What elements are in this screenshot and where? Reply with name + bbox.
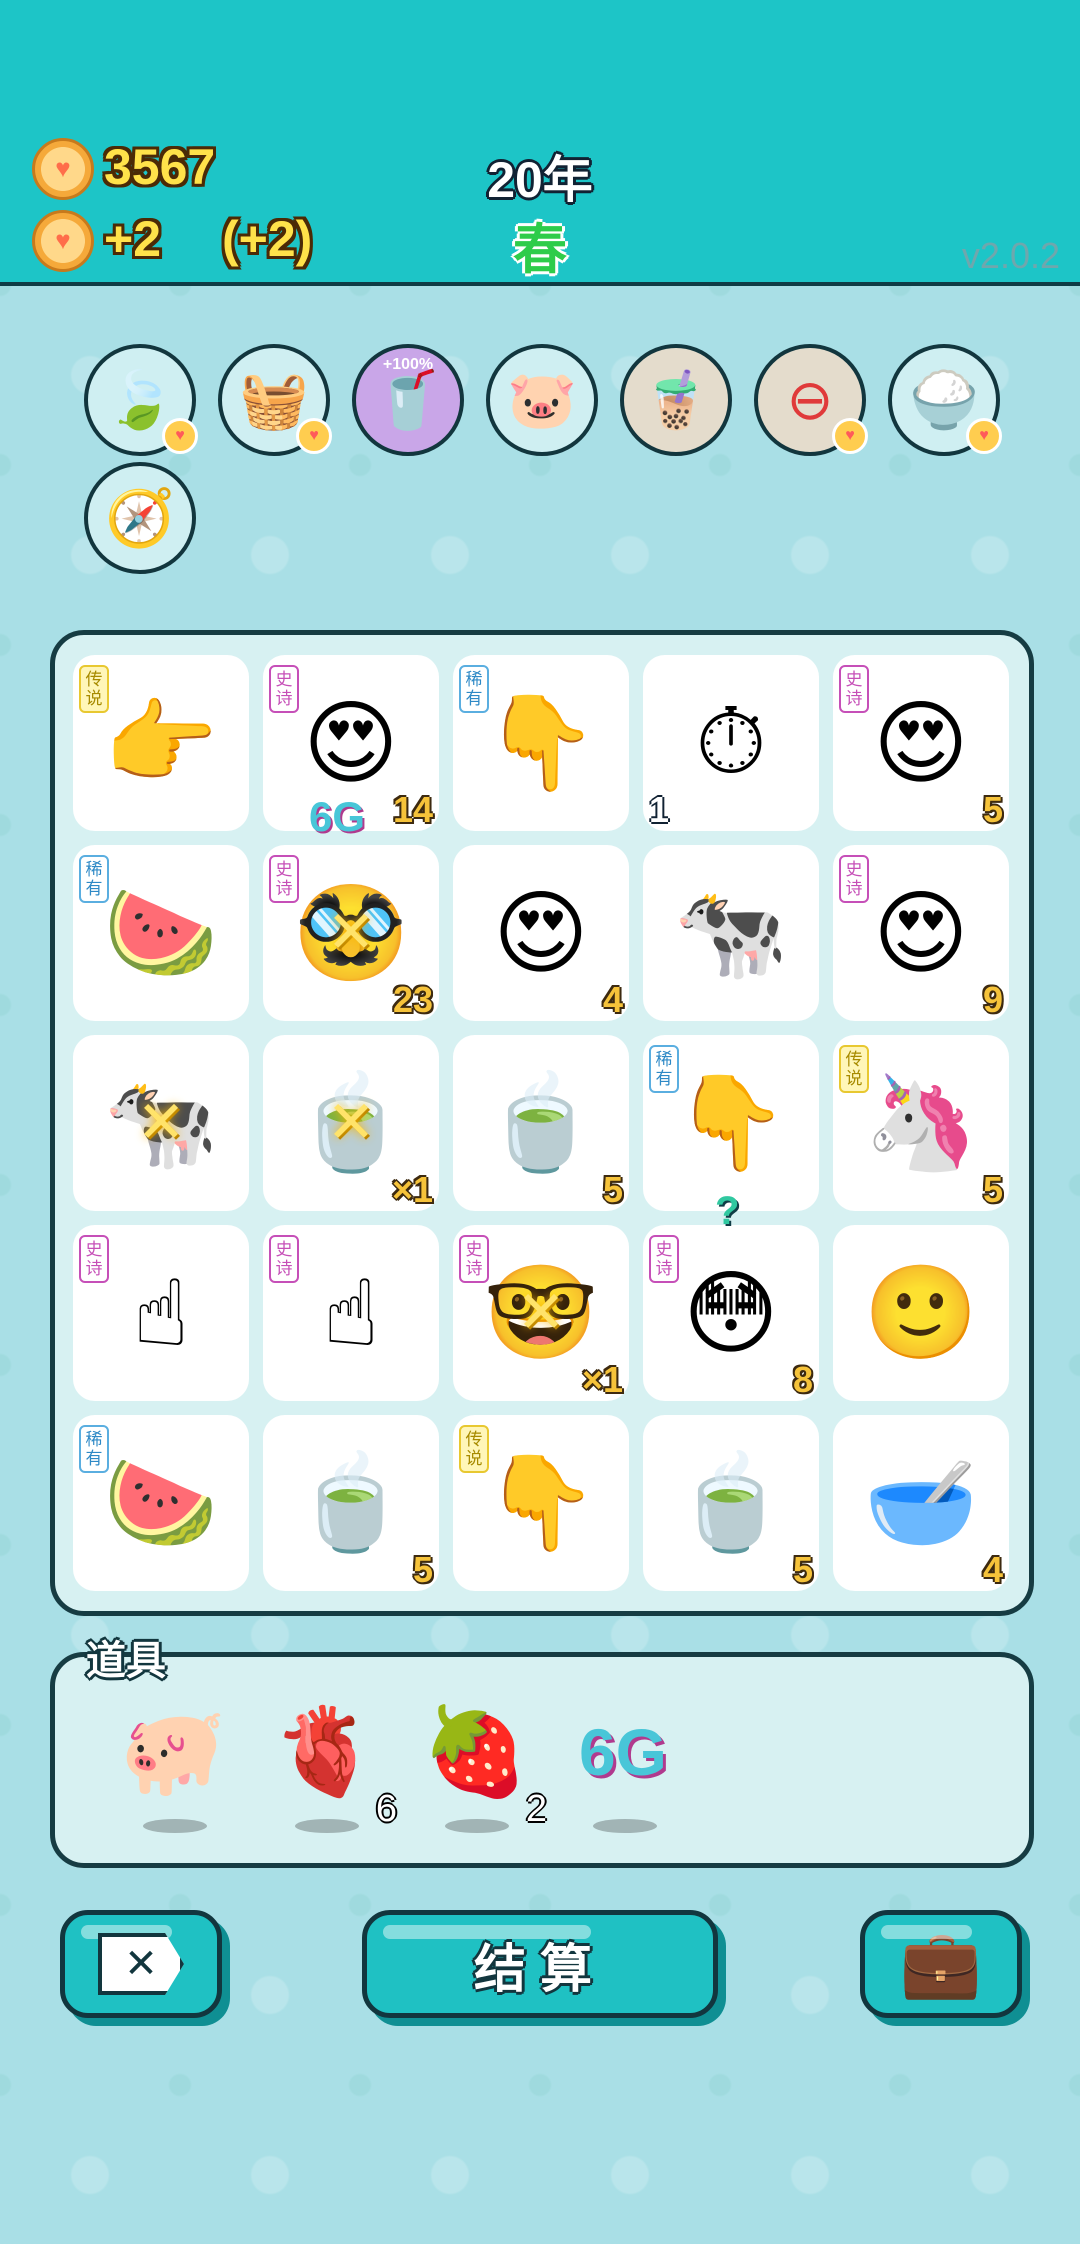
cross-mark-icon: ✕ (326, 1090, 376, 1155)
rice-bowl-icon[interactable]: 🍚 ♥ (888, 344, 1002, 456)
rarity-tag: 史诗 (839, 665, 869, 713)
board-cell-red-face-glasses[interactable]: 😳 史诗 8? (643, 1189, 819, 1401)
board-cell-bald-man-heart-eyes[interactable]: 😍 史诗 5 (833, 655, 1009, 831)
cross-mark-icon: ✕ (326, 900, 376, 965)
board-cell-pointing-hand-down-brown[interactable]: 👇 稀有 (643, 1035, 819, 1211)
rarity-tag: 史诗 (79, 1235, 109, 1283)
board-cell-cow-carton-crossed[interactable]: 🐄 ✕ (73, 1035, 249, 1211)
rarity-tag: 史诗 (649, 1235, 679, 1283)
cell-value: 1 (649, 789, 670, 830)
piggy-bank-icon: 🐖 (119, 1704, 227, 1800)
rarity-tag: 史诗 (459, 1235, 489, 1283)
board-cell-watermelon[interactable]: 🍉 稀有 (73, 845, 249, 1021)
cell-value: 14 (392, 789, 433, 830)
leaf-icon[interactable]: 🍃 ♥ (84, 344, 198, 456)
exit-button[interactable]: ✕ (60, 1910, 222, 2018)
6g-icon: 6G (578, 1715, 668, 1789)
board-cell-pointing-hand-brown[interactable]: 👇 稀有 (453, 655, 629, 831)
cell-value: 5 (982, 789, 1003, 830)
stopwatch-card-icon: ⏱ (695, 690, 767, 793)
version-label: v2.0.2 (961, 235, 1060, 276)
bubble-tea-icon[interactable]: 🧋 (620, 344, 732, 456)
season-label: 春 (513, 220, 567, 280)
cell-value: 23 (392, 979, 433, 1020)
liver-count: 6 (375, 1788, 397, 1830)
cross-mark-icon: ✕ (136, 1090, 186, 1155)
cow-milk-carton-icon: 🐄 (673, 881, 789, 984)
strawberry-icon: 🍓 (421, 1704, 529, 1800)
rarity-tag: 传说 (79, 665, 109, 713)
rarity-tag: 史诗 (269, 665, 299, 713)
fruit-basket-icon[interactable]: 🧺 ♥ (218, 344, 332, 456)
liver-item[interactable]: 🫀 6 (265, 1697, 397, 1833)
rarity-tag: 史诗 (269, 855, 299, 903)
board-cell-man-heart-eyes[interactable]: 😍 4 (453, 845, 629, 1021)
top-status-bar: ♥ 3567 ♥ +2 (+2) 20年 春 v2.0.2 (0, 0, 1080, 286)
rarity-tag: 稀有 (649, 1045, 679, 1093)
board-cell-pointing-hand-legend[interactable]: 👉 传说 (73, 655, 249, 831)
board-cell-green-hair-man[interactable]: 🥸 史诗 23 ✕ (263, 845, 439, 1021)
minus-circle-icon[interactable]: ⊖ ♥ (754, 344, 868, 456)
board-cell-tea-bag-crossed[interactable]: 🍵 ×1 ✕ (263, 1035, 439, 1211)
board-cell-stopwatch-card[interactable]: ⏱ 1 (643, 655, 819, 831)
board-cell-grey-hand-1[interactable]: ☝ 史诗 (73, 1225, 249, 1401)
cell-value: 5 (792, 1549, 813, 1590)
rarity-tag: 稀有 (79, 1425, 109, 1473)
milk-tea-boost-icon[interactable]: +100% 🥤 (352, 344, 464, 456)
cell-value: ×1 (581, 1359, 623, 1400)
exit-icon: ✕ (98, 1933, 184, 1995)
board-cell-cow-milk-carton[interactable]: 🐄 (643, 845, 819, 1021)
liver-icon: 🫀 (271, 1704, 379, 1800)
overlay-6g-label: 6G (309, 793, 366, 840)
items-title: 道具 (86, 1639, 166, 1683)
rarity-tag: 史诗 (839, 855, 869, 903)
cell-value: 8 (792, 1359, 813, 1400)
piggy-bank-icon[interactable]: 🐷 (486, 344, 598, 456)
piggy-bank-item[interactable]: 🐖 (113, 1697, 233, 1833)
cell-value: 4 (982, 1549, 1003, 1590)
board-cell-green-hair-glasses-man[interactable]: 🤓 史诗 ×1 ✕ (453, 1225, 629, 1401)
strawberry-item[interactable]: 🍓 2 (415, 1697, 547, 1833)
board-cell-empty-bowl[interactable]: 🥣 4 (833, 1415, 1009, 1591)
question-mark: ? (715, 1189, 740, 1233)
settle-button[interactable]: 结算 (362, 1910, 718, 2018)
board-cell-tea-bowl-2[interactable]: 🍵 5 (263, 1415, 439, 1591)
cell-value: 5 (602, 1169, 623, 1210)
items-panel: 🐖 🫀 6 🍓 2 6G (50, 1652, 1034, 1868)
rarity-tag: 传说 (839, 1045, 869, 1093)
6g-item[interactable]: 6G (563, 1697, 683, 1833)
strawberry-count: 2 (525, 1788, 547, 1830)
board-cell-grey-hand-2[interactable]: ☝ 史诗 (263, 1225, 439, 1401)
board-cell-watermelon-2[interactable]: 🍉 稀有 (73, 1415, 249, 1591)
year-label: 20年 (487, 152, 593, 208)
cell-value: 5 (982, 1169, 1003, 1210)
cell-value: 9 (982, 979, 1003, 1020)
cell-value: ×1 (391, 1169, 433, 1210)
bag-button[interactable]: 💼 (860, 1910, 1022, 2018)
board-cell-tea-bowl[interactable]: 🍵 5 (453, 1035, 629, 1211)
cell-value: 4 (602, 979, 623, 1020)
board-cell-plain-man-face[interactable]: 🙂 (833, 1225, 1009, 1401)
rarity-tag: 史诗 (269, 1235, 299, 1283)
compass-icon[interactable]: 🧭 (84, 462, 196, 574)
board-cell-pointing-hand-yellow-down[interactable]: 👇 传说 (453, 1415, 629, 1591)
cell-value: 5 (412, 1549, 433, 1590)
cross-mark-icon: ✕ (516, 1280, 566, 1345)
slot-board: 👉 传说 😍 史诗 14 6G 👇 稀有 ⏱ 1 😍 史诗 5 🍉 稀有 🥸 史诗 23 ✕ 😍 4 🐄 😍 史诗 9 🐄 ✕ 🍵 ×1… (50, 630, 1034, 1616)
rarity-tag: 稀有 (79, 855, 109, 903)
board-cell-unicorn[interactable]: 🦄 传说 5 (833, 1035, 1009, 1211)
board-cell-girl-braids-hearts[interactable]: 😍 史诗 9 (833, 845, 1009, 1021)
rarity-tag: 传说 (459, 1425, 489, 1473)
board-cell-tea-bowl-3[interactable]: 🍵 5 (643, 1415, 819, 1591)
board-cell-girl-heart-eyes[interactable]: 😍 史诗 14 6G (263, 655, 439, 840)
plain-man-face-icon: 🙂 (863, 1261, 979, 1364)
rarity-tag: 稀有 (459, 665, 489, 713)
